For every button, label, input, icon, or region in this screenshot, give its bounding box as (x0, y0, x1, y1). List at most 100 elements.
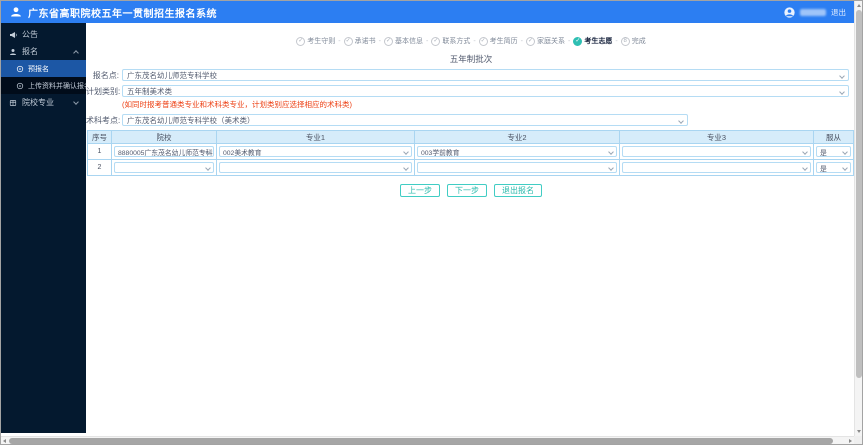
major1-select[interactable] (219, 162, 412, 173)
sidebar-item-label: 上传资料并确认报名 (28, 82, 91, 90)
plan-category-hint: (如同时报考普通类专业和术科类专业，计划类别应选择相应的术科类) (122, 100, 352, 109)
step-number: 8 (620, 36, 630, 46)
chevron-down-icon (73, 98, 79, 105)
step-separator: - (568, 37, 571, 45)
preference-table: 序号 院校 专业1 专业2 专业3 服从 1 8880005广东茂名幼儿师范专科… (87, 130, 854, 176)
major1-select[interactable]: 002美术教育 (219, 146, 412, 157)
app-window: 广东省高职院校五年一贯制招生报名系统 退出 公告 报名 预报名 上传资料并确认报… (0, 0, 863, 445)
step-contact: 联系方式 (431, 36, 470, 46)
art-exam-site-value: 广东茂名幼儿师范专科学校（美术类） (127, 115, 255, 125)
reg-point-value: 广东茂名幼儿师范专科学校 (127, 70, 217, 80)
chevron-down-icon (403, 149, 409, 155)
step-check-icon (383, 36, 393, 46)
chevron-down-icon (608, 149, 614, 155)
table-header-row: 序号 院校 专业1 专业2 专业3 服从 (87, 130, 854, 144)
action-buttons: 上一步 下一步 退出报名 (86, 184, 856, 197)
school-book-icon (9, 99, 17, 106)
major1-value: 002美术教育 (223, 149, 262, 157)
sidebar-item-label: 预报名 (28, 65, 49, 73)
horizontal-scrollbar[interactable] (1, 436, 854, 444)
school-select[interactable]: 8880005广东茂名幼儿师范专科学校 (114, 146, 214, 157)
major3-select[interactable] (622, 146, 811, 157)
plan-category-select[interactable]: 五年制美术类 (122, 85, 849, 97)
field-label-plan-category: 计划类别: (86, 86, 121, 96)
sidebar-item-label: 报名 (22, 47, 38, 56)
chevron-down-icon (839, 73, 845, 79)
step-preferences-active: 考生志愿 (573, 36, 612, 46)
major3-select[interactable] (622, 162, 811, 173)
sidebar-item-upload-confirm[interactable]: 上传资料并确认报名 (1, 77, 91, 94)
step-separator: - (378, 37, 381, 45)
main-content: 考生守则 - 承诺书 - 基本信息 - 联系方式 - 考生简历 - 家庭关系 -… (86, 23, 856, 436)
step-finish: 8 完成 (620, 36, 646, 46)
obey-select[interactable]: 是 (816, 146, 851, 157)
step-rules: 考生守则 (296, 36, 335, 46)
reg-point-select[interactable]: 广东茂名幼儿师范专科学校 (122, 69, 849, 81)
chevron-up-icon (73, 49, 79, 56)
logout-button[interactable]: 退出 (831, 7, 846, 18)
step-resume: 考生简历 (478, 36, 518, 46)
step-check-icon (526, 36, 536, 46)
sidebar-item-college-majors[interactable]: 院校专业 (1, 94, 86, 111)
obey-value: 是 (820, 165, 827, 173)
sidebar: 公告 报名 预报名 上传资料并确认报名 院校专业 (1, 23, 91, 433)
scroll-right-arrow-icon[interactable] (849, 439, 852, 443)
top-header-bar: 广东省高职院校五年一贯制招生报名系统 退出 (1, 1, 862, 23)
step-check-icon (296, 36, 306, 46)
sidebar-item-announcements[interactable]: 公告 (1, 26, 86, 43)
row-number: 1 (87, 143, 112, 160)
table-row: 2 是 (87, 159, 854, 176)
sidebar-item-label: 公告 (22, 30, 38, 39)
sidebar-item-registration[interactable]: 报名 (1, 43, 86, 60)
circle-dot-icon (16, 82, 24, 89)
sidebar-item-pre-registration[interactable]: 预报名 (1, 60, 86, 77)
chevron-down-icon (842, 149, 848, 155)
scroll-up-arrow-icon[interactable] (857, 4, 861, 7)
school-value: 8880005广东茂名幼儿师范专科学校 (118, 149, 213, 157)
wizard-stepper: 考生守则 - 承诺书 - 基本信息 - 联系方式 - 考生简历 - 家庭关系 -… (86, 36, 856, 46)
chevron-down-icon (802, 165, 808, 171)
step-separator: - (615, 37, 618, 45)
user-form-icon (10, 48, 16, 55)
col-header-major1: 专业1 (216, 130, 415, 144)
vertical-scrollbar[interactable] (854, 1, 862, 436)
graduate-person-icon (11, 7, 21, 17)
major2-select[interactable]: 003学前教育 (417, 146, 617, 157)
megaphone-icon (10, 31, 17, 38)
major2-value: 003学前教育 (421, 149, 460, 157)
chevron-down-icon (608, 165, 614, 171)
horizontal-scrollbar-thumb[interactable] (9, 438, 833, 444)
major2-select[interactable] (417, 162, 617, 173)
art-exam-site-select[interactable]: 广东茂名幼儿师范专科学校（美术类） (122, 114, 688, 126)
step-separator: - (473, 37, 476, 45)
chevron-down-icon (678, 118, 684, 124)
table-row: 1 8880005广东茂名幼儿师范专科学校 002美术教育 003学前教育 是 (87, 143, 854, 160)
scroll-down-arrow-icon[interactable] (857, 430, 861, 433)
plan-category-value: 五年制美术类 (127, 86, 172, 96)
vertical-scrollbar-thumb[interactable] (856, 10, 862, 378)
user-avatar-icon (784, 6, 795, 18)
chevron-down-icon (839, 89, 845, 95)
user-menu[interactable]: 退出 (784, 6, 846, 18)
scroll-left-arrow-icon[interactable] (3, 439, 6, 443)
next-step-button[interactable]: 下一步 (447, 184, 487, 197)
step-check-icon (431, 36, 441, 46)
preference-form: 报名点: 广东茂名幼儿师范专科学校 计划类别: 五年制美术类 (如同时报考普通类… (86, 69, 856, 126)
prev-step-button[interactable]: 上一步 (400, 184, 440, 197)
chevron-down-icon (802, 149, 808, 155)
row-number: 2 (87, 159, 112, 176)
col-header-school: 院校 (111, 130, 217, 144)
step-family: 家庭关系 (526, 36, 565, 46)
masked-username (800, 8, 826, 16)
school-select[interactable] (114, 162, 214, 173)
step-commitment: 承诺书 (343, 36, 376, 46)
sidebar-item-label: 院校专业 (22, 98, 54, 107)
quit-registration-button[interactable]: 退出报名 (494, 184, 542, 197)
step-separator: - (338, 37, 341, 45)
col-header-major3: 专业3 (619, 130, 814, 144)
step-separator: - (425, 37, 429, 45)
step-check-icon (573, 36, 583, 46)
scrollbar-corner (854, 436, 862, 444)
obey-select[interactable]: 是 (816, 162, 851, 173)
batch-title: 五年制批次 (449, 54, 493, 64)
